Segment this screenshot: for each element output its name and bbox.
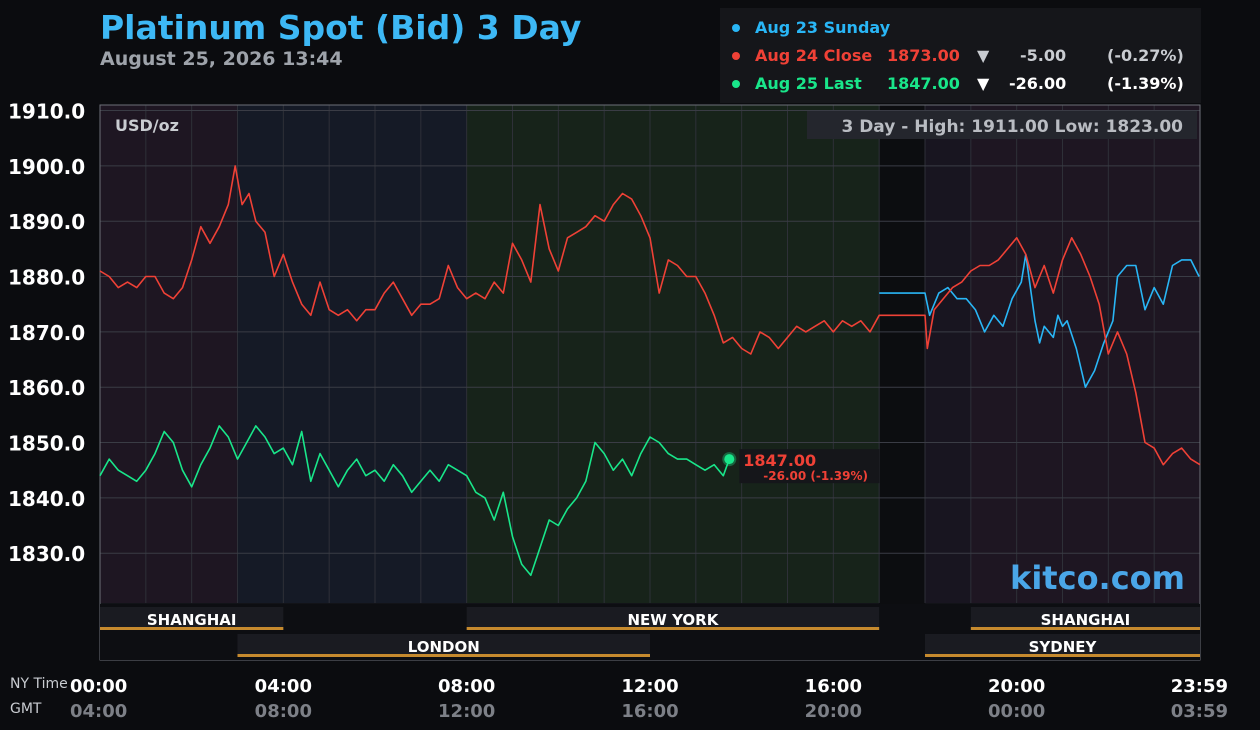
y-tick-label: 1850.0 (8, 432, 85, 456)
y-tick-label: 1870.0 (8, 321, 85, 345)
x-tick-label-gmt: 16:00 (621, 701, 678, 722)
legend-label-close: Aug 24 Close (755, 46, 873, 65)
y-tick-label: 1910.0 (8, 100, 85, 124)
unit-label: USD/oz (115, 116, 179, 135)
platinum-chart: 1910.0 1900.0 1890.0 1880.0 1870.0 1860.0 1850… (8, 100, 1228, 722)
legend-arrow-last: ▼ (977, 74, 990, 93)
session-label: NEW YORK (628, 611, 720, 629)
y-tick-label: 1880.0 (8, 266, 85, 290)
legend-change-last: -26.00 (1009, 74, 1067, 93)
legend-change-close: -5.00 (1020, 46, 1067, 65)
market-closed-shade (879, 105, 925, 660)
legend-row-sunday: Aug 23 Sunday (720, 18, 1201, 40)
x-tick-label-ny: 20:00 (988, 676, 1045, 697)
x-tick-label-ny: 23:59 (1171, 676, 1228, 697)
legend-arrow-close: ▼ (977, 46, 990, 65)
legend-label-last: Aug 25 Last (755, 74, 862, 93)
x-tick-label-ny: 08:00 (438, 676, 495, 697)
x-tick-label-gmt: 00:00 (988, 701, 1045, 722)
x-row-label-ny: NY Time (10, 676, 68, 692)
y-tick-label: 1860.0 (8, 376, 85, 400)
legend-price-last: 1847.00 (887, 74, 960, 93)
x-tick-label-gmt: 03:59 (1171, 701, 1228, 722)
legend-price-close: 1873.00 (887, 46, 960, 65)
x-tick-label-ny: 04:00 (255, 676, 312, 697)
y-tick-label: 1830.0 (8, 542, 85, 566)
last-price-label: 1847.00 (743, 451, 816, 470)
legend-dot-sunday (732, 24, 740, 32)
session-label: SYDNEY (1029, 638, 1098, 656)
legend-dot-close (732, 52, 740, 60)
page-title: Platinum Spot (Bid) 3 Day (100, 8, 582, 47)
x-tick-label-ny: 00:00 (70, 676, 127, 697)
session-label: LONDON (408, 638, 480, 656)
legend-row-close: Aug 24 Close 1873.00 ▼ -5.00 (-0.27%) (720, 46, 1201, 68)
y-tick-label: 1890.0 (8, 210, 85, 234)
legend-label-sunday: Aug 23 Sunday (755, 18, 891, 37)
x-row-label-gmt: GMT (10, 701, 42, 717)
y-tick-label: 1840.0 (8, 487, 85, 511)
x-tick-label-ny: 12:00 (621, 676, 678, 697)
legend-row-last: Aug 25 Last 1847.00 ▼ -26.00 (-1.39%) (720, 74, 1201, 96)
last-point-marker (724, 454, 735, 465)
legend-pct-close: (-0.27%) (1107, 46, 1184, 65)
legend-pct-last: (-1.39%) (1107, 74, 1184, 93)
session-shade-2 (466, 105, 880, 603)
legend-dot-last (732, 80, 740, 88)
session-shade-4 (970, 105, 1200, 603)
x-tick-label-gmt: 04:00 (70, 701, 127, 722)
page-subtitle: August 25, 2026 13:44 (100, 48, 343, 70)
x-tick-label-gmt: 08:00 (255, 701, 312, 722)
session-label: SHANGHAI (1041, 611, 1131, 629)
last-change-label: -26.00 (-1.39%) (763, 469, 868, 483)
legend-box: Aug 23 Sunday Aug 24 Close 1873.00 ▼ -5.… (720, 8, 1201, 103)
y-tick-label: 1900.0 (8, 155, 85, 179)
watermark: kitco.com (1010, 559, 1185, 597)
session-label: SHANGHAI (147, 611, 237, 629)
x-tick-label-gmt: 20:00 (805, 701, 862, 722)
high-low-text: 3 Day - High: 1911.00 Low: 1823.00 (841, 117, 1183, 137)
x-tick-label-ny: 16:00 (805, 676, 862, 697)
x-tick-label-gmt: 12:00 (438, 701, 495, 722)
